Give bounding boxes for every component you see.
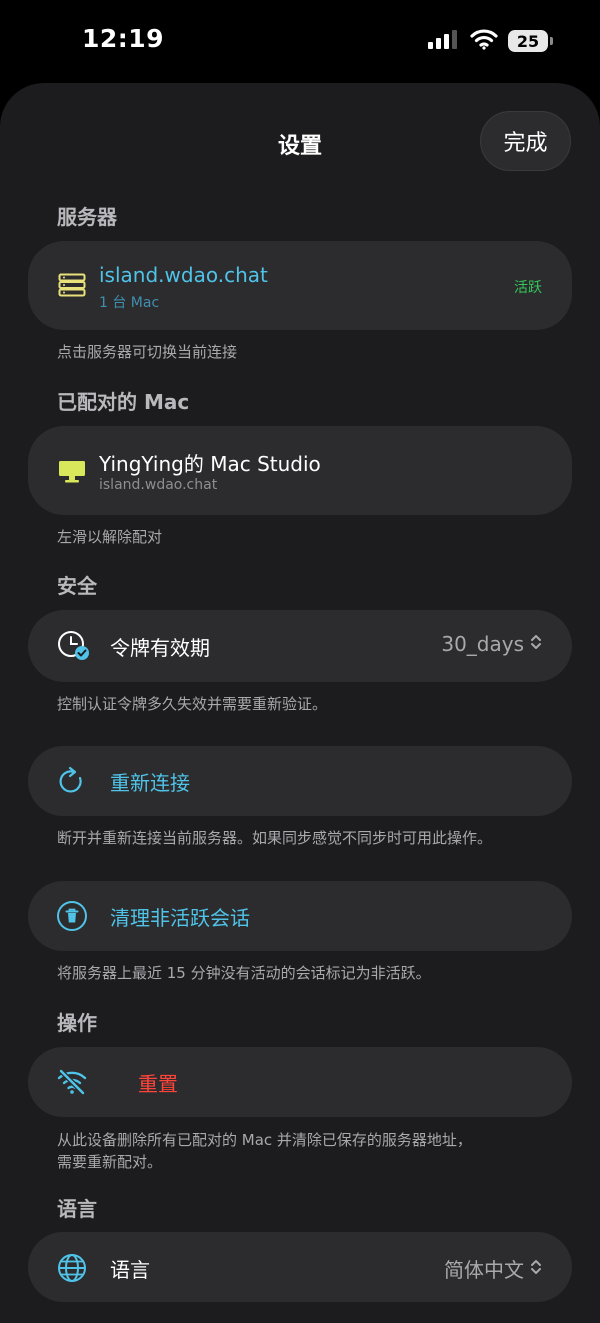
server-row[interactable]: island.wdao.chat 1 台 Mac 活跃	[28, 241, 572, 330]
paired-mac-host: island.wdao.chat	[99, 477, 218, 493]
server-icon	[58, 273, 86, 297]
status-time: 12:19	[82, 24, 165, 53]
actions-footnote-line-2: 需要重新配对。	[57, 1153, 163, 1171]
wifi-slash-icon	[56, 1068, 88, 1096]
token-expiry-picker[interactable]: 30_days	[441, 632, 542, 656]
cleanup-sessions-label: 清理非活跃会话	[110, 906, 250, 930]
security-footnote: 控制认证令牌多久失效并需要重新验证。	[57, 695, 328, 713]
paired-mac-name: YingYing的 Mac Studio	[99, 452, 321, 476]
actions-footnote: 从此设备删除所有已配对的 Mac 并清除已保存的服务器地址， 需要重新配对。	[57, 1129, 557, 1173]
trash-icon	[56, 900, 88, 932]
server-footnote: 点击服务器可切换当前连接	[57, 343, 238, 361]
status-bar: 12:19 25	[0, 0, 600, 82]
token-expiry-value: 30_days	[441, 632, 524, 656]
section-header-actions: 操作	[57, 1011, 97, 1035]
chevron-up-down-icon	[530, 632, 542, 656]
server-mac-count: 1 台 Mac	[99, 295, 160, 311]
done-button[interactable]: 完成	[480, 111, 571, 171]
section-header-security: 安全	[57, 574, 97, 598]
clock-check-icon	[56, 629, 92, 663]
battery-icon: 25	[508, 30, 553, 52]
cleanup-footnote: 将服务器上最近 15 分钟没有活动的会话标记为非活跃。	[57, 964, 431, 982]
language-row[interactable]: 语言 简体中文	[28, 1232, 572, 1302]
paired-footnote: 左滑以解除配对	[57, 528, 163, 546]
wifi-icon	[470, 28, 498, 54]
desktop-icon	[58, 459, 86, 485]
reconnect-footnote: 断开并重新连接当前服务器。如果同步感觉不同步时可用此操作。	[57, 829, 493, 847]
language-value: 简体中文	[444, 1258, 524, 1282]
chevron-up-down-icon	[530, 1257, 542, 1281]
reconnect-label: 重新连接	[110, 771, 190, 795]
globe-icon	[56, 1252, 88, 1284]
token-expiry-label: 令牌有效期	[110, 636, 210, 660]
refresh-icon	[58, 766, 86, 796]
reset-label: 重置	[138, 1072, 178, 1096]
server-host: island.wdao.chat	[99, 263, 268, 287]
cellular-signal-icon	[428, 29, 460, 53]
section-header-server: 服务器	[57, 205, 117, 229]
reset-button[interactable]: 重置	[28, 1047, 572, 1117]
section-header-paired-mac: 已配对的 Mac	[57, 390, 190, 414]
token-expiry-row[interactable]: 令牌有效期 30_days	[28, 610, 572, 682]
paired-mac-row[interactable]: YingYing的 Mac Studio island.wdao.chat	[28, 426, 572, 515]
section-header-language: 语言	[57, 1197, 97, 1221]
language-picker[interactable]: 简体中文	[444, 1254, 542, 1283]
reconnect-button[interactable]: 重新连接	[28, 746, 572, 816]
status-badge: 活跃	[514, 280, 542, 296]
language-label: 语言	[110, 1258, 150, 1282]
cleanup-sessions-button[interactable]: 清理非活跃会话	[28, 881, 572, 951]
status-icons: 25	[428, 28, 553, 54]
actions-footnote-line-1: 从此设备删除所有已配对的 Mac 并清除已保存的服务器地址，	[57, 1131, 472, 1149]
